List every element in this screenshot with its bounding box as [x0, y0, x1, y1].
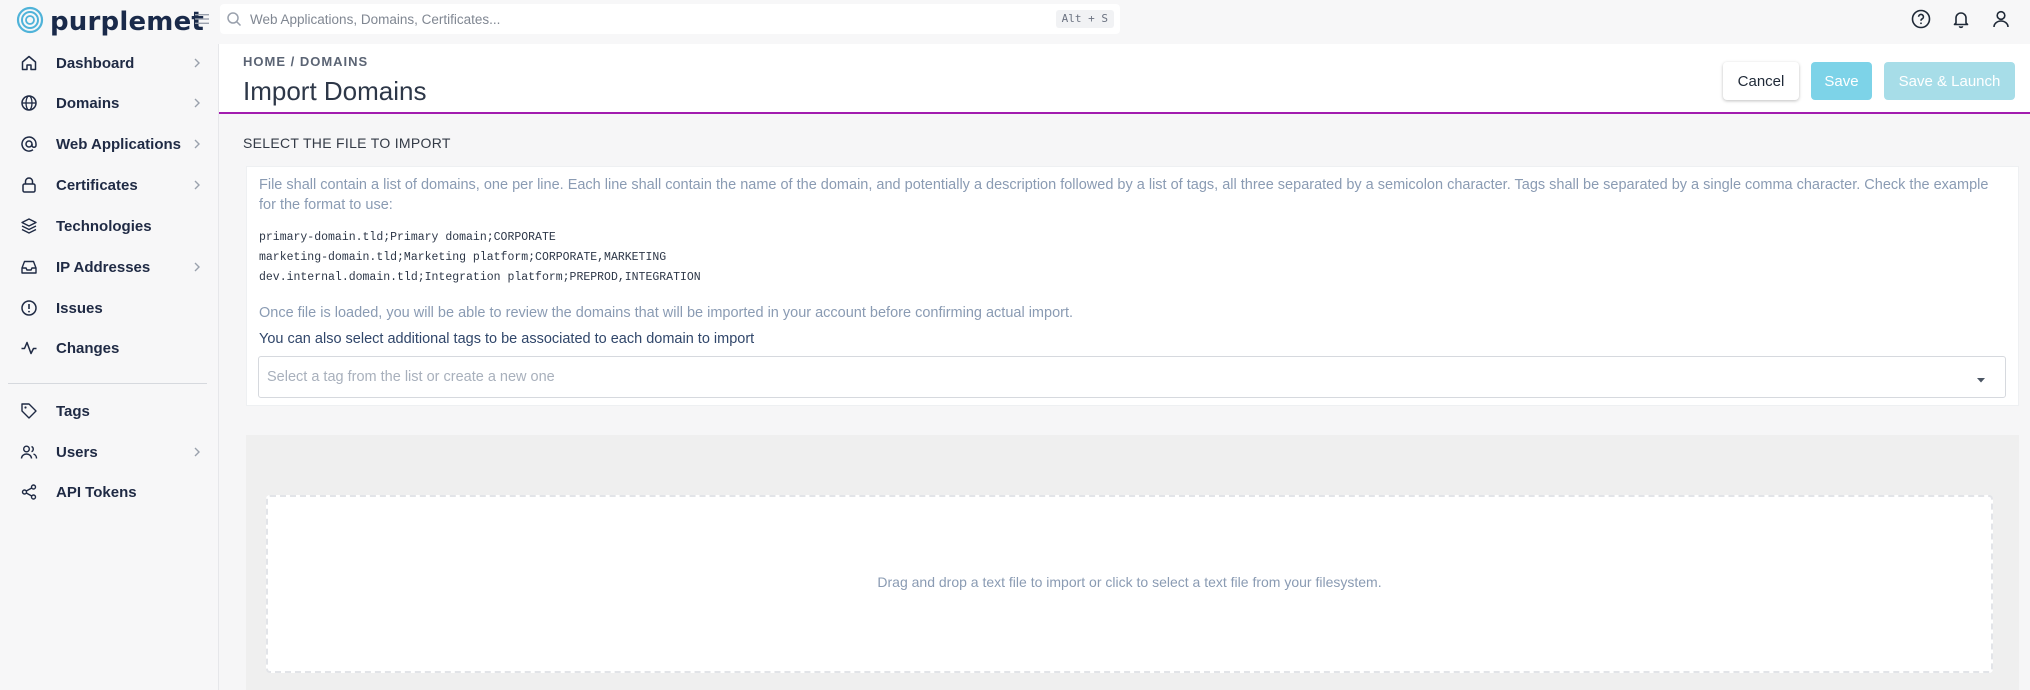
- review-note: Once file is loaded, you will be able to…: [259, 305, 1074, 321]
- layers-icon: [20, 217, 44, 235]
- global-search[interactable]: Alt + S: [220, 4, 1120, 34]
- page-header: HOME / DOMAINS Import Domains Cancel Sav…: [219, 44, 2030, 114]
- help-icon: [1911, 9, 1931, 29]
- save-and-launch-button[interactable]: Save & Launch: [1884, 62, 2015, 100]
- sidebar-item-label: Domains: [56, 94, 120, 112]
- inbox-icon: [20, 258, 44, 276]
- instructions-text: File shall contain a list of domains, on…: [259, 177, 1989, 213]
- tag-select-placeholder: Select a tag from the list or create a n…: [267, 369, 555, 385]
- sidebar-item-api-tokens[interactable]: API Tokens: [8, 476, 210, 508]
- tag-select-dropdown[interactable]: Select a tag from the list or create a n…: [258, 356, 2006, 398]
- home-icon: [20, 54, 44, 72]
- dropzone-container: Drag and drop a text file to import or c…: [246, 435, 2019, 690]
- sidebar-item-label: Web Applications: [56, 135, 182, 153]
- logo[interactable]: purplemet: [16, 6, 204, 38]
- globe-icon: [20, 94, 44, 112]
- sidebar-divider: [8, 383, 207, 384]
- example-line: dev.internal.domain.tld;Integration plat…: [259, 271, 701, 284]
- users-icon: [20, 443, 44, 461]
- page-title: Import Domains: [243, 76, 427, 106]
- chevron-right-icon: [190, 56, 204, 70]
- sidebar-item-label: Tags: [56, 402, 90, 420]
- sidebar-item-label: API Tokens: [56, 483, 137, 501]
- activity-icon: [20, 339, 44, 357]
- search-icon: [226, 10, 244, 28]
- brand-name: purplemet: [50, 7, 205, 37]
- bell-icon: [1953, 12, 1969, 29]
- chevron-right-icon: [190, 137, 204, 151]
- import-instructions-card: File shall contain a list of domains, on…: [246, 166, 2019, 406]
- sidebar-item-label: Users: [56, 443, 98, 461]
- sidebar-item-label: IP Addresses: [56, 258, 151, 276]
- save-button[interactable]: Save: [1811, 62, 1872, 100]
- chevron-right-icon: [190, 445, 204, 459]
- sidebar-item-ip-addresses[interactable]: IP Addresses: [8, 251, 210, 283]
- sidebar-item-domains[interactable]: Domains: [8, 87, 210, 119]
- sidebar-item-label: Changes: [56, 339, 120, 357]
- sidebar: Dashboard Domains Web Applications Certi…: [0, 44, 218, 690]
- sidebar-item-label: Technologies: [56, 217, 152, 235]
- sidebar-item-users[interactable]: Users: [8, 436, 210, 468]
- lock-icon: [20, 176, 44, 194]
- sidebar-item-certificates[interactable]: Certificates: [8, 169, 210, 201]
- example-line: marketing-domain.tld;Marketing platform;…: [259, 251, 667, 264]
- search-input[interactable]: [250, 11, 1050, 27]
- sidebar-item-label: Certificates: [56, 176, 138, 194]
- menu-collapse-button[interactable]: [192, 9, 212, 29]
- hamburger-icon: [195, 14, 209, 24]
- breadcrumb[interactable]: HOME / DOMAINS: [243, 54, 368, 69]
- sidebar-item-technologies[interactable]: Technologies: [8, 210, 210, 242]
- purplemet-logo-icon: [16, 6, 44, 39]
- notifications-button[interactable]: [1950, 8, 1972, 30]
- caret-down-icon: [1975, 373, 1987, 385]
- sidebar-item-web-applications[interactable]: Web Applications: [8, 128, 210, 160]
- file-dropzone[interactable]: Drag and drop a text file to import or c…: [266, 495, 1993, 673]
- sidebar-item-issues[interactable]: Issues: [8, 292, 210, 324]
- sidebar-item-changes[interactable]: Changes: [8, 332, 210, 364]
- top-bar: purplemet Alt + S: [0, 0, 2030, 44]
- section-title: SELECT THE FILE TO IMPORT: [243, 135, 451, 151]
- chevron-right-icon: [190, 96, 204, 110]
- chevron-right-icon: [190, 260, 204, 274]
- user-menu-button[interactable]: [1990, 8, 2012, 30]
- tag-icon: [20, 402, 44, 420]
- at-icon: [20, 135, 44, 153]
- share-icon: [20, 483, 44, 501]
- user-icon: [1993, 10, 2009, 28]
- sidebar-item-label: Dashboard: [56, 54, 135, 72]
- sidebar-item-tags[interactable]: Tags: [8, 395, 210, 427]
- alert-circle-icon: [20, 299, 44, 317]
- search-shortcut-hint: Alt + S: [1055, 10, 1114, 28]
- sidebar-item-dashboard[interactable]: Dashboard: [8, 47, 210, 79]
- main-content: HOME / DOMAINS Import Domains Cancel Sav…: [219, 44, 2030, 690]
- dropzone-text: Drag and drop a text file to import or c…: [877, 574, 1382, 590]
- example-line: primary-domain.tld;Primary domain;CORPOR…: [259, 231, 556, 244]
- help-button[interactable]: [1910, 8, 1932, 30]
- cancel-button[interactable]: Cancel: [1723, 62, 1799, 100]
- chevron-right-icon: [190, 178, 204, 192]
- tags-label: You can also select additional tags to b…: [259, 331, 755, 347]
- sidebar-item-label: Issues: [56, 299, 103, 317]
